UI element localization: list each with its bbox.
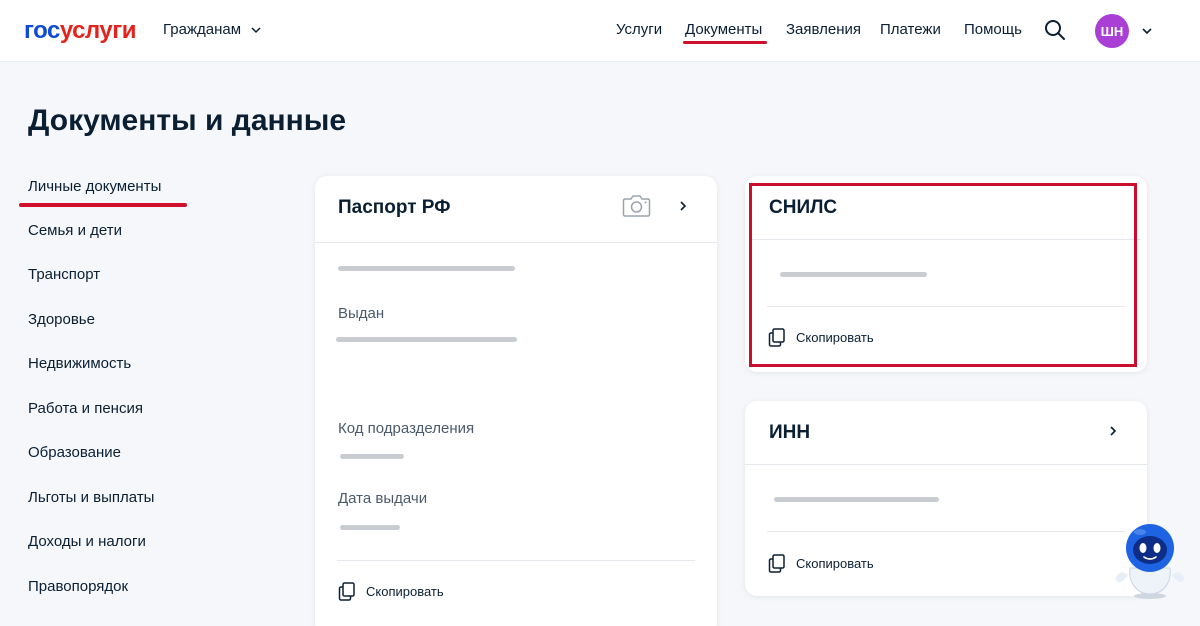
inn-card-title: ИНН xyxy=(769,422,811,443)
passport-field-issued: Выдан xyxy=(338,305,385,322)
chevron-down-icon xyxy=(251,27,261,34)
snils-card[interactable]: СНИЛС Скопировать xyxy=(745,176,1147,372)
copy-label: Скопировать xyxy=(796,555,874,571)
snils-card-title: СНИЛС xyxy=(769,197,838,218)
copy-label: Скопировать xyxy=(796,329,874,345)
card-divider xyxy=(315,242,717,243)
sidebar-item-income-taxes[interactable]: Доходы и налоги xyxy=(28,532,146,552)
passport-card-title: Паспорт РФ xyxy=(338,197,451,218)
camera-icon[interactable] xyxy=(622,193,651,218)
passport-card[interactable]: Паспорт РФ Выдан Код подразделения Дата … xyxy=(315,176,717,626)
inn-card[interactable]: ИНН Скопировать xyxy=(745,401,1147,596)
nav-documents[interactable]: Документы xyxy=(685,20,762,40)
sidebar-item-health[interactable]: Здоровье xyxy=(28,310,95,330)
passport-date-placeholder xyxy=(340,525,400,530)
card-divider xyxy=(751,239,1141,240)
card-divider xyxy=(337,560,695,561)
sidebar-item-benefits[interactable]: Льготы и выплаты xyxy=(28,488,154,508)
sidebar-item-work-pension[interactable]: Работа и пенсия xyxy=(28,399,143,419)
user-avatar[interactable]: ШН xyxy=(1095,14,1129,48)
sidebar-item-education[interactable]: Образование xyxy=(28,443,121,463)
copy-icon xyxy=(768,328,785,347)
sidebar-item-real-estate[interactable]: Недвижимость xyxy=(28,354,131,374)
inn-number-placeholder xyxy=(774,497,939,502)
sidebar-item-transport[interactable]: Транспорт xyxy=(28,265,100,285)
card-divider xyxy=(767,306,1125,307)
copy-label: Скопировать xyxy=(366,583,444,599)
chevron-right-icon[interactable] xyxy=(678,199,688,213)
chevron-down-icon[interactable] xyxy=(1141,26,1153,36)
copy-icon xyxy=(768,554,785,573)
logo-part-gos: гос xyxy=(24,17,60,44)
audience-label: Гражданам xyxy=(163,21,242,38)
copy-icon xyxy=(338,582,355,601)
passport-copy-button[interactable]: Скопировать xyxy=(338,582,444,601)
page-title: Документы и данные xyxy=(28,104,347,137)
assistant-robot-icon[interactable] xyxy=(1112,520,1188,600)
nav-applications[interactable]: Заявления xyxy=(786,20,861,40)
inn-copy-button[interactable]: Скопировать xyxy=(768,554,874,573)
nav-payments[interactable]: Платежи xyxy=(880,20,941,40)
passport-field-issue-date: Дата выдачи xyxy=(338,490,428,507)
nav-active-underline xyxy=(683,41,767,44)
audience-selector[interactable]: Гражданам xyxy=(163,20,261,40)
card-divider xyxy=(767,531,1125,532)
passport-number-placeholder xyxy=(338,266,515,271)
snils-number-placeholder xyxy=(780,272,927,277)
search-icon[interactable] xyxy=(1044,19,1066,41)
sidebar-item-family[interactable]: Семья и дети xyxy=(28,221,122,241)
logo-part-uslugi: услуги xyxy=(59,17,137,44)
sidebar-item-personal-documents[interactable]: Личные документы xyxy=(28,177,161,197)
card-divider xyxy=(745,464,1147,465)
passport-issued-placeholder xyxy=(336,337,517,342)
snils-copy-button[interactable]: Скопировать xyxy=(768,328,874,347)
sidebar-item-law[interactable]: Правопорядок xyxy=(28,577,128,597)
passport-division-placeholder xyxy=(340,454,404,459)
gosuslugi-logo[interactable]: госуслуги xyxy=(24,16,137,46)
sidebar-active-underline xyxy=(19,203,187,207)
chevron-right-icon[interactable] xyxy=(1108,424,1118,438)
nav-services[interactable]: Услуги xyxy=(616,20,662,40)
nav-help[interactable]: Помощь xyxy=(964,20,1022,40)
top-header: госуслуги Гражданам Услуги Документы Зая… xyxy=(0,0,1200,62)
passport-field-division-code: Код подразделения xyxy=(338,420,475,437)
